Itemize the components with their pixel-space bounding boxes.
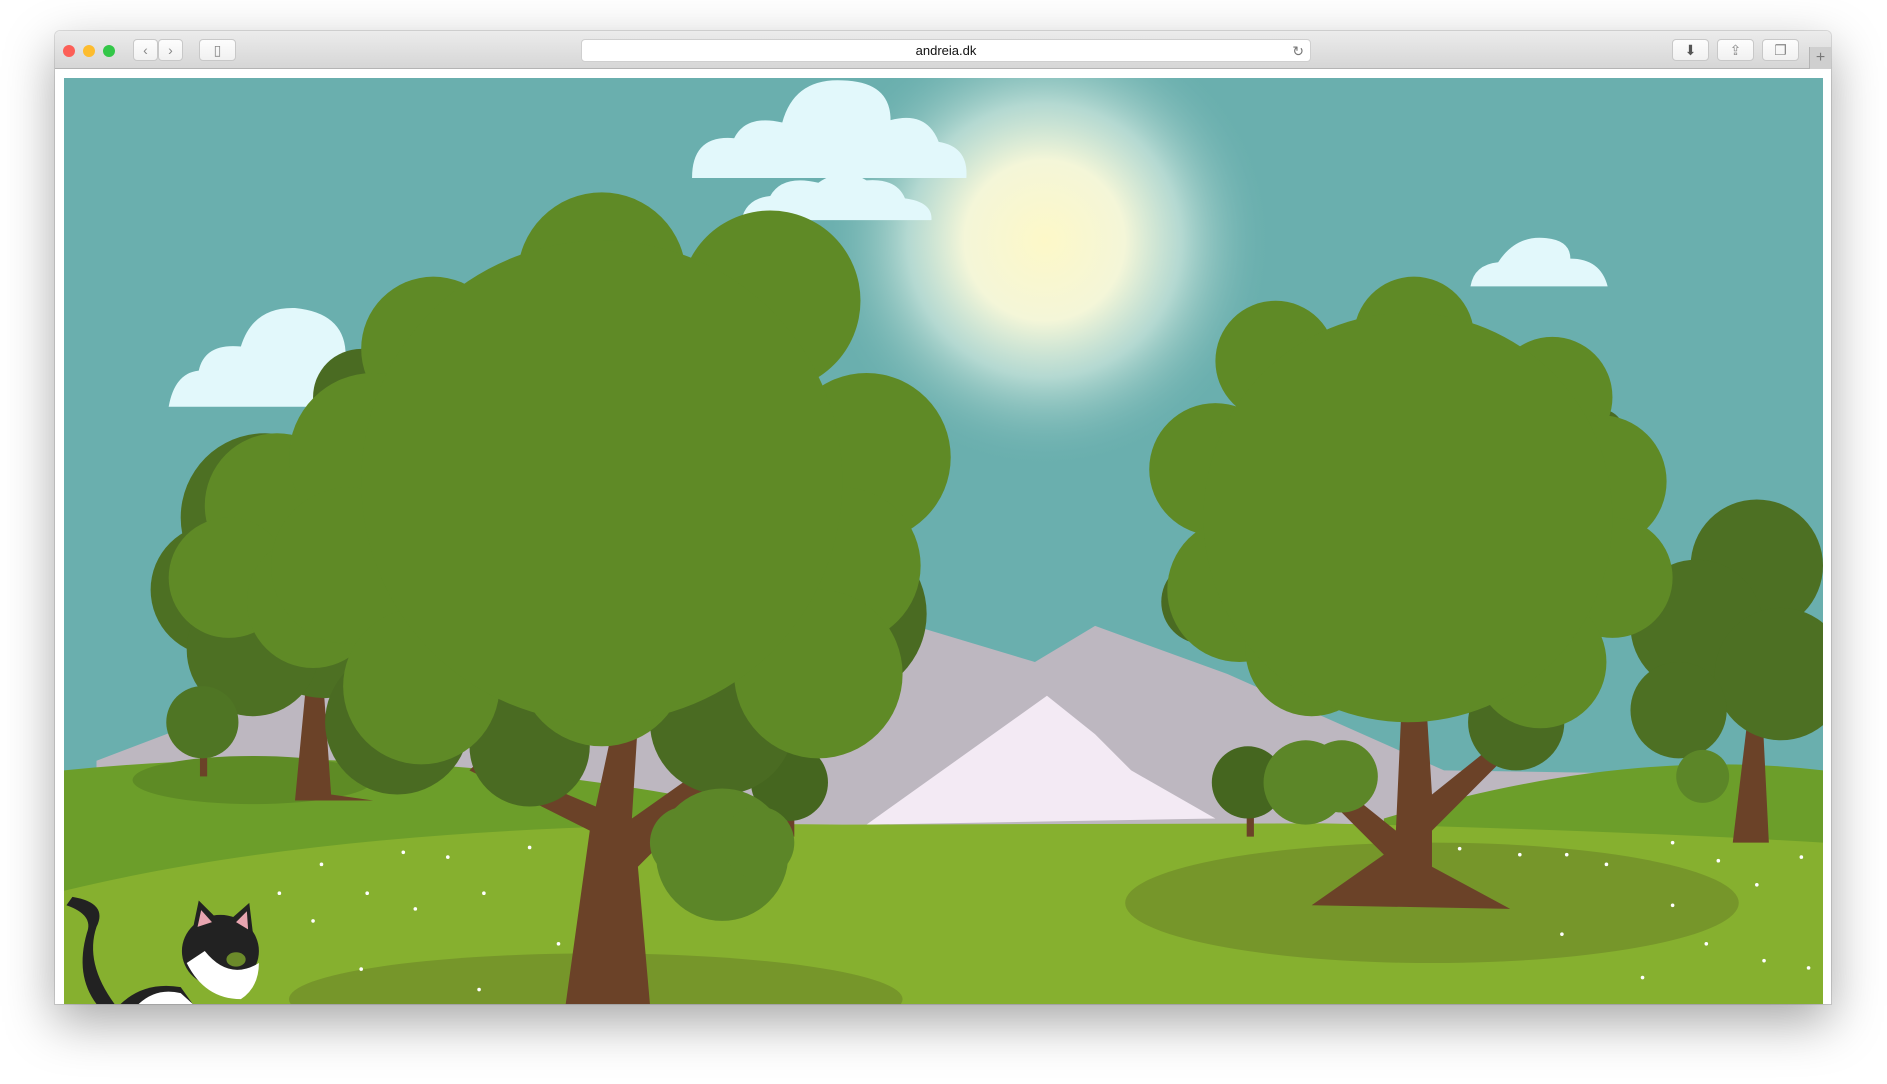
page-content bbox=[64, 78, 1823, 1004]
address-bar[interactable]: andreia.dk ↻ bbox=[581, 39, 1311, 62]
close-window-button[interactable] bbox=[63, 45, 75, 57]
sidebar-button[interactable]: ▯ bbox=[199, 39, 236, 61]
url-text: andreia.dk bbox=[915, 43, 977, 58]
downloads-button[interactable]: ⬇ bbox=[1672, 39, 1709, 61]
sidebar-icon: ▯ bbox=[213, 42, 222, 58]
browser-toolbar: ‹ › ▯ andreia.dk ↻ ⬇ ⇪ ❐ + bbox=[55, 31, 1831, 69]
forward-button[interactable]: › bbox=[158, 39, 183, 61]
share-icon: ⇪ bbox=[1729, 42, 1742, 58]
new-tab-button[interactable]: + bbox=[1809, 47, 1831, 69]
plus-icon: + bbox=[1815, 49, 1826, 66]
share-button[interactable]: ⇪ bbox=[1717, 39, 1754, 61]
chevron-right-icon: › bbox=[168, 42, 173, 58]
back-button[interactable]: ‹ bbox=[133, 39, 158, 61]
chevron-left-icon: ‹ bbox=[143, 42, 148, 58]
download-icon: ⬇ bbox=[1684, 42, 1697, 58]
tabs-button[interactable]: ❐ bbox=[1762, 39, 1799, 61]
tabs-icon: ❐ bbox=[1774, 42, 1787, 58]
zoom-window-button[interactable] bbox=[103, 45, 115, 57]
reload-icon[interactable]: ↻ bbox=[1292, 40, 1304, 62]
browser-window: ‹ › ▯ andreia.dk ↻ ⬇ ⇪ ❐ + bbox=[55, 31, 1831, 1004]
landscape-illustration bbox=[64, 78, 1823, 1004]
minimize-window-button[interactable] bbox=[83, 45, 95, 57]
